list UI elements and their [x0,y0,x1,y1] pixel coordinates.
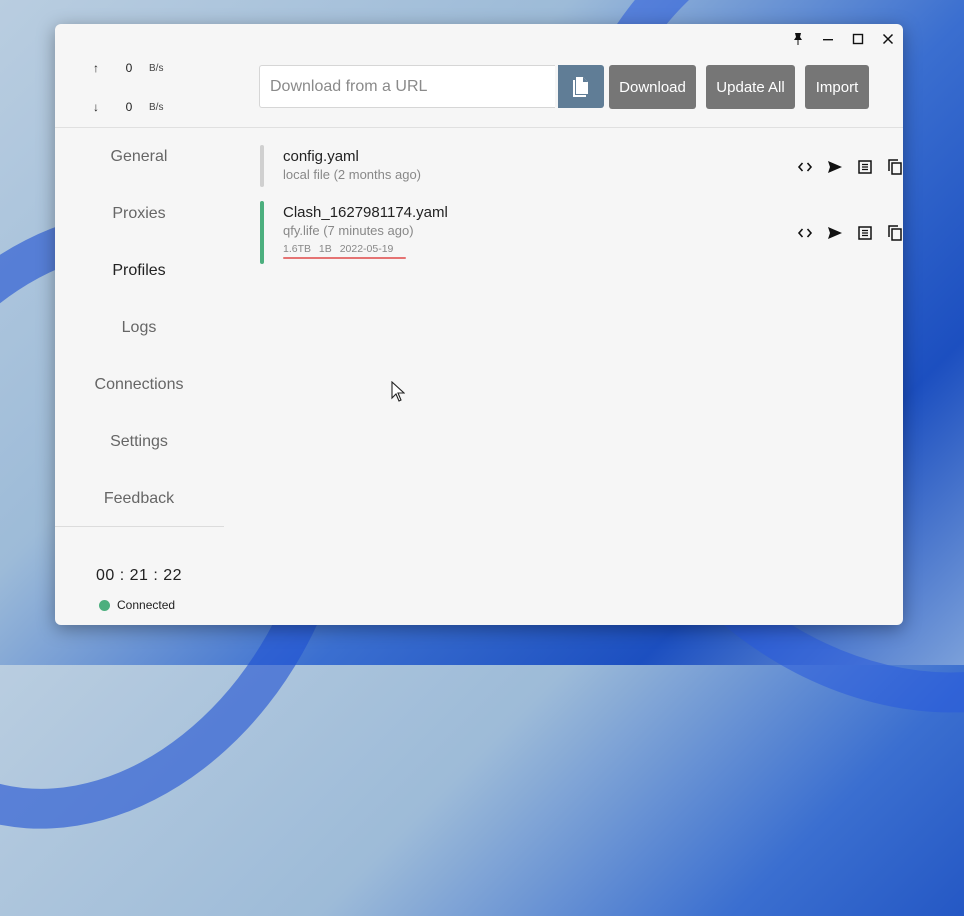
profile-actions [790,223,903,243]
uptime-timer: 00 : 21 : 22 [95,567,183,584]
upload-unit: B/s [149,62,164,74]
nav-item-connections[interactable]: Connections [55,366,223,423]
mouse-cursor-icon [391,381,405,402]
status-label: Connected [117,598,176,612]
profile-indicator [260,201,264,264]
nav-item-profiles[interactable]: Profiles [55,252,223,309]
profile-usage-meta: 1.6TB 1B 2022-05-19 [283,243,394,255]
nav-item-feedback[interactable]: Feedback [55,480,223,537]
import-button[interactable]: Import [805,65,869,109]
profile-item[interactable]: config.yaml local file (2 months ago) [260,145,902,189]
download-value: 0 [125,100,133,114]
profile-name: Clash_1627981174.yaml [283,204,448,221]
pin-icon[interactable] [783,26,813,52]
copy-icon[interactable] [880,223,903,243]
profile-item-selected[interactable]: Clash_1627981174.yaml qfy.life (7 minute… [260,201,902,265]
profile-source: local file (2 months ago) [283,167,422,182]
download-speed: ↓ 0 B/s [93,100,163,114]
list-icon[interactable] [850,157,880,177]
profile-name: config.yaml [283,148,359,165]
connection-status: Connected [99,598,175,612]
usage-progress-bar [283,257,406,259]
upload-arrow-icon: ↑ [93,61,99,75]
paste-icon [573,76,588,97]
list-icon[interactable] [850,223,880,243]
header-divider [55,127,903,128]
upload-value: 0 [125,61,133,75]
url-input[interactable] [259,65,555,108]
send-icon[interactable] [820,157,850,177]
profile-source: qfy.life (7 minutes ago) [283,223,414,238]
upload-speed: ↑ 0 B/s [93,61,163,75]
paste-button[interactable] [558,65,604,108]
close-icon[interactable] [873,26,903,52]
update-all-button[interactable]: Update All [706,65,795,109]
nav-item-proxies[interactable]: Proxies [55,195,223,252]
nav-menu: General Proxies Profiles Logs Connection… [55,138,223,537]
nav-item-general[interactable]: General [55,138,223,195]
nav-item-logs[interactable]: Logs [55,309,223,366]
sidebar-divider [55,526,224,527]
download-unit: B/s [149,101,164,113]
sidebar: ↑ 0 B/s ↓ 0 B/s General Proxies Profiles… [55,24,225,625]
download-button[interactable]: Download [609,65,696,109]
send-icon[interactable] [820,223,850,243]
code-icon[interactable] [790,223,820,243]
status-dot-icon [99,599,110,611]
copy-icon[interactable] [880,157,903,177]
nav-item-settings[interactable]: Settings [55,423,223,480]
code-icon[interactable] [790,157,820,177]
window-controls [783,26,903,52]
profile-indicator [260,145,264,187]
profile-actions [790,157,903,177]
minimize-icon[interactable] [813,26,843,52]
download-arrow-icon: ↓ [93,100,99,114]
maximize-icon[interactable] [843,26,873,52]
app-window: ↑ 0 B/s ↓ 0 B/s General Proxies Profiles… [55,24,903,625]
